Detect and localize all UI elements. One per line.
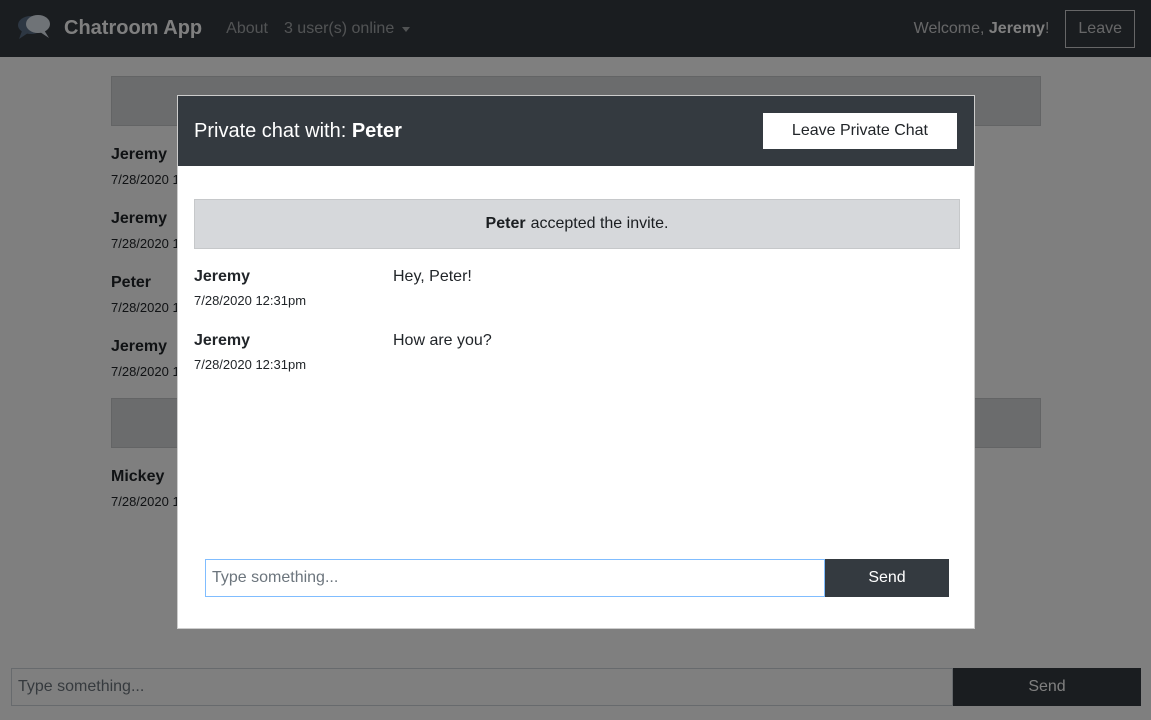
leave-private-chat-button[interactable]: Leave Private Chat — [761, 112, 958, 150]
modal-title-user: Peter — [351, 119, 402, 142]
invite-accepted-notice: Peter accepted the invite. — [194, 199, 960, 249]
private-send-button[interactable]: Send — [825, 559, 949, 597]
modal-header: Private chat with: Peter Leave Private C… — [178, 96, 974, 166]
private-chat-modal: Private chat with: Peter Leave Private C… — [177, 95, 975, 629]
message-user: Jeremy — [194, 332, 251, 349]
notice-user: Peter — [485, 215, 526, 232]
message-user: Jeremy — [194, 268, 251, 285]
message-text: How are you? — [393, 332, 492, 349]
message-time: 7/28/2020 12:31pm — [194, 357, 307, 372]
private-message-form: Send — [205, 559, 949, 597]
message-text: Hey, Peter! — [393, 268, 472, 285]
private-message-input[interactable] — [205, 559, 825, 597]
modal-title: Private chat with: Peter — [194, 120, 402, 143]
notice-text: accepted the invite. — [530, 215, 669, 232]
message-time: 7/28/2020 12:31pm — [194, 293, 307, 308]
modal-title-prefix: Private chat with: — [194, 119, 352, 142]
